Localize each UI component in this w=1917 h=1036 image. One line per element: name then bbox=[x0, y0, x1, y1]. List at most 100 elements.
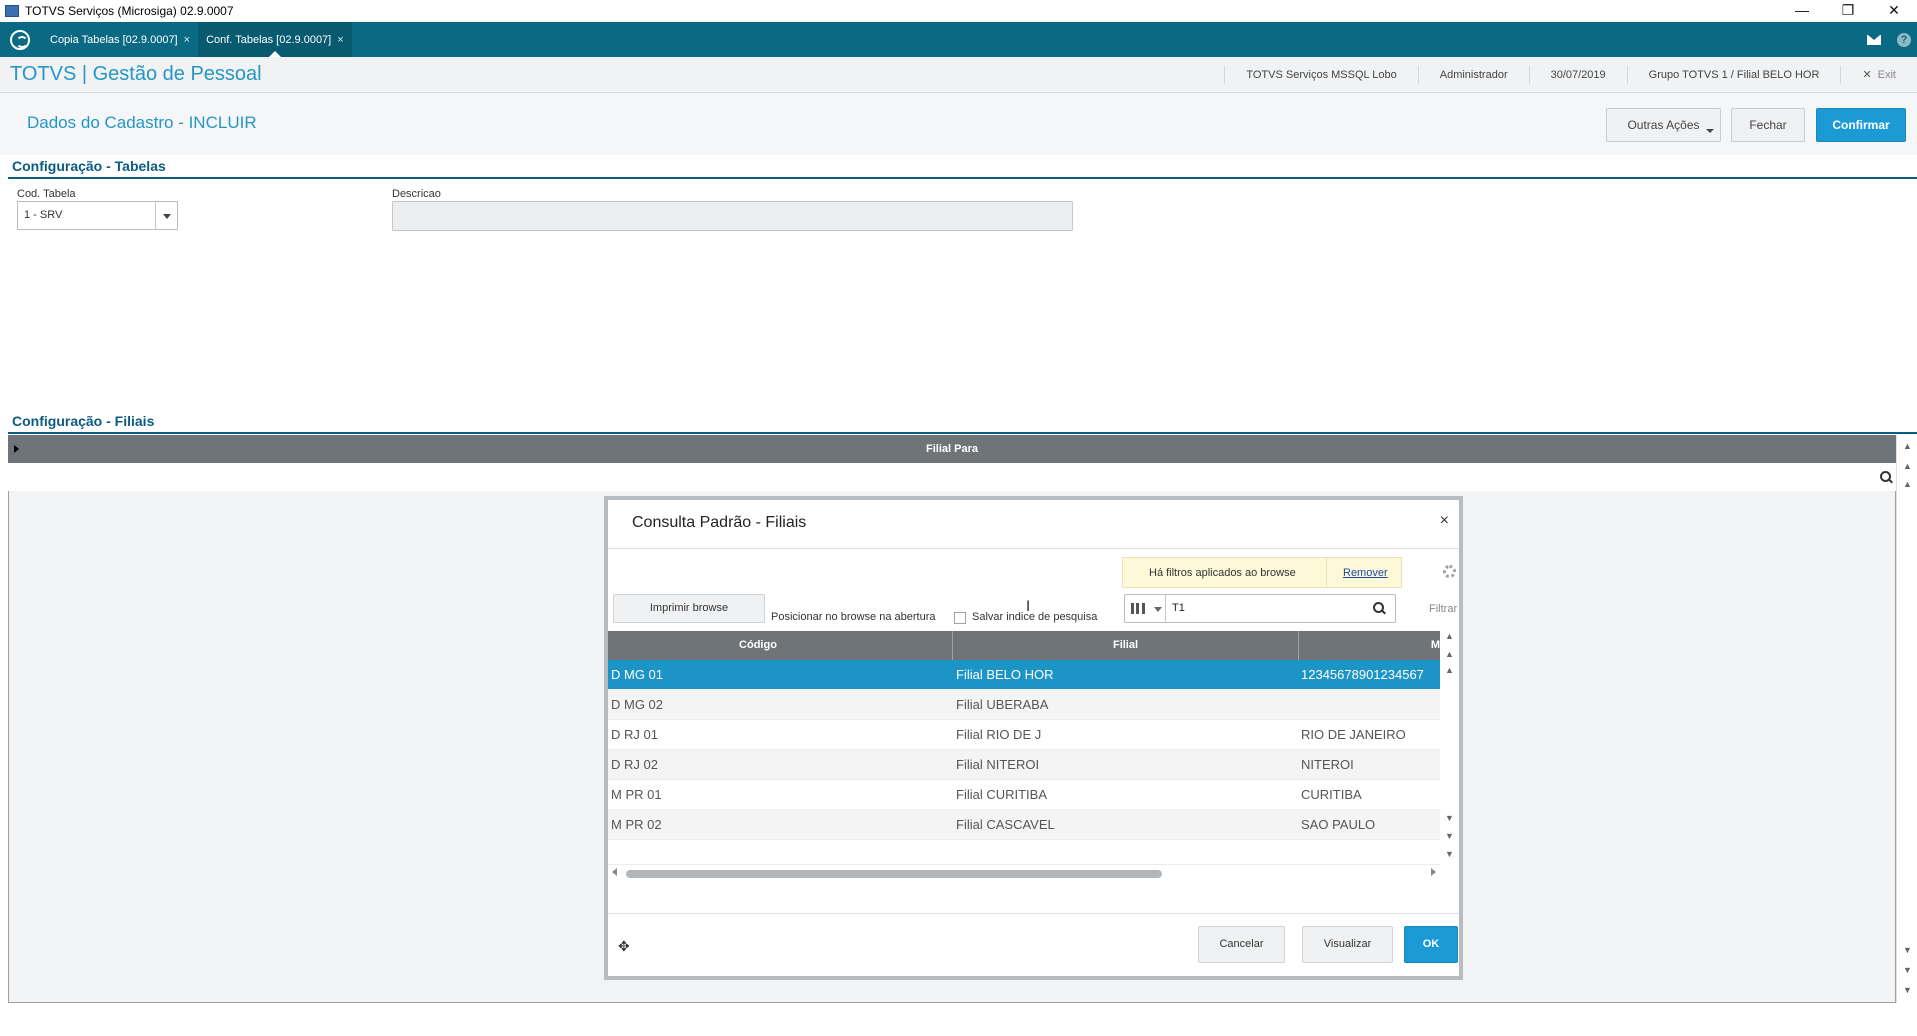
cell-codigo: D RJ 02 bbox=[611, 757, 658, 772]
cell-extra: CURITIBA bbox=[1301, 787, 1362, 802]
descricao-label: Descricao bbox=[392, 188, 441, 200]
scroll-bottom-icon[interactable]: ▼ bbox=[1897, 985, 1917, 995]
table-row[interactable]: D RJ 01 Filial RIO DE J RIO DE JANEIRO bbox=[608, 720, 1440, 750]
restore-button[interactable]: ❐ bbox=[1825, 0, 1871, 22]
table-row[interactable]: M PR 01 Filial CURITIBA CURITIBA bbox=[608, 780, 1440, 810]
column-filial[interactable]: Filial bbox=[953, 631, 1298, 660]
gear-icon[interactable] bbox=[1443, 565, 1456, 578]
chevron-down-icon[interactable] bbox=[1154, 607, 1162, 612]
close-button[interactable]: Fechar bbox=[1731, 108, 1805, 142]
filiais-grid-header: Filial Para bbox=[8, 435, 1896, 463]
cell-extra: SAO PAULO bbox=[1301, 817, 1376, 832]
cell-codigo: M PR 01 bbox=[611, 787, 662, 802]
view-button[interactable]: Visualizar bbox=[1302, 926, 1393, 963]
dialog-divider bbox=[608, 548, 1459, 549]
scroll-page-down-icon[interactable]: ▼ bbox=[1440, 831, 1459, 841]
search-icon[interactable] bbox=[1880, 471, 1893, 484]
table-vertical-scrollbar[interactable]: ▲ ▲ ▲ ▼ ▼ ▼ bbox=[1440, 631, 1459, 864]
window-titlebar: TOTVS Serviços (Microsiga) 02.9.0007 — ❐… bbox=[0, 0, 1917, 22]
cod-tabela-value: 1 - SRV bbox=[24, 209, 63, 221]
table-row[interactable]: D RJ 02 Filial NITEROI NITEROI bbox=[608, 750, 1440, 780]
ok-button[interactable]: OK bbox=[1404, 926, 1458, 963]
scroll-up-icon[interactable]: ▲ bbox=[1897, 479, 1917, 489]
cell-extra: 12345678901234567 bbox=[1301, 667, 1424, 682]
exit-label: Exit bbox=[1877, 69, 1896, 81]
filiais-grid-scrollbar[interactable]: ▲ ▲ ▲ ▼ ▼ ▼ bbox=[1896, 435, 1917, 1003]
confirm-button[interactable]: Confirmar bbox=[1816, 108, 1906, 142]
filter-label[interactable]: Filtrar bbox=[1429, 603, 1457, 615]
cell-filial: Filial BELO HOR bbox=[956, 667, 1054, 682]
cell-codigo: D RJ 01 bbox=[611, 727, 658, 742]
chevron-down-icon[interactable] bbox=[155, 202, 177, 229]
scroll-page-up-icon[interactable]: ▲ bbox=[1897, 461, 1917, 471]
search-icon[interactable] bbox=[1373, 602, 1386, 615]
search-input[interactable]: T1 bbox=[1172, 602, 1185, 614]
tab-label: Conf. Tabelas [02.9.0007] bbox=[206, 33, 332, 46]
environment-label: TOTVS Serviços MSSQL Lobo bbox=[1224, 66, 1417, 84]
cell-filial: Filial CASCAVEL bbox=[956, 817, 1055, 832]
cell-codigo: D MG 01 bbox=[611, 667, 664, 682]
tabbar-tools: ? bbox=[1867, 22, 1911, 57]
cod-tabela-select[interactable]: 1 - SRV bbox=[17, 201, 178, 230]
cell-codigo: M PR 02 bbox=[611, 817, 662, 832]
other-actions-label: Outras Ações bbox=[1627, 118, 1700, 132]
branch-label: Grupo TOTVS 1 / Filial BELO HOR bbox=[1626, 66, 1841, 84]
section-divider bbox=[8, 177, 1917, 179]
tab-conf-tabelas[interactable]: Conf. Tabelas [02.9.0007] × bbox=[198, 22, 352, 57]
descricao-field[interactable] bbox=[392, 201, 1073, 231]
minimize-button[interactable]: — bbox=[1779, 0, 1825, 22]
tab-bar: Copia Tabelas [02.9.0007] × Conf. Tabela… bbox=[0, 22, 1917, 57]
column-codigo[interactable]: Código bbox=[608, 631, 908, 660]
section-divider bbox=[8, 432, 1917, 434]
page-title: Dados do Cadastro - INCLUIR bbox=[27, 113, 257, 132]
scroll-down-icon[interactable]: ▼ bbox=[1897, 945, 1917, 955]
mail-icon[interactable] bbox=[1867, 34, 1881, 45]
scroll-top-icon[interactable]: ▲ bbox=[1440, 631, 1459, 641]
scroll-page-up-icon[interactable]: ▲ bbox=[1440, 649, 1459, 659]
dialog-title: Consulta Padrão - Filiais bbox=[632, 514, 807, 531]
close-icon[interactable]: × bbox=[1440, 512, 1449, 530]
exit-button[interactable]: ✕ Exit bbox=[1840, 66, 1917, 84]
chevron-down-icon bbox=[1706, 129, 1714, 133]
column-filial-para[interactable]: Filial Para bbox=[926, 443, 978, 455]
cancel-button[interactable]: Cancelar bbox=[1198, 926, 1285, 963]
help-icon[interactable]: ? bbox=[1897, 32, 1911, 47]
other-actions-button[interactable]: Outras Ações bbox=[1606, 108, 1721, 142]
consulta-padrao-dialog: Consulta Padrão - Filiais × Há filtros a… bbox=[604, 496, 1463, 980]
scroll-down-icon[interactable]: ▼ bbox=[1440, 813, 1459, 823]
divider bbox=[1165, 595, 1166, 622]
row-indicator-icon bbox=[14, 445, 19, 453]
scroll-right-icon[interactable] bbox=[1431, 868, 1436, 876]
table-row[interactable]: D MG 01 Filial BELO HOR 1234567890123456… bbox=[608, 660, 1440, 690]
save-index-label: Salvar indice de pesquisa bbox=[972, 611, 1098, 623]
table-horizontal-scrollbar[interactable] bbox=[608, 864, 1440, 880]
exit-icon: ✕ bbox=[1862, 69, 1872, 81]
move-icon[interactable]: ✥ bbox=[618, 938, 630, 955]
tab-close-icon[interactable]: × bbox=[184, 34, 190, 46]
scroll-left-icon[interactable] bbox=[612, 868, 617, 876]
print-browse-button[interactable]: Imprimir browse bbox=[613, 594, 765, 623]
position-on-open-label[interactable]: Posicionar no browse na abertura bbox=[771, 611, 935, 623]
filiais-grid-row[interactable] bbox=[8, 463, 1896, 491]
totvs-logo-icon[interactable] bbox=[10, 29, 30, 50]
app-icon bbox=[5, 5, 19, 17]
remove-filter-link[interactable]: Remover bbox=[1343, 567, 1388, 579]
column-m[interactable]: M bbox=[1298, 631, 1440, 660]
columns-icon[interactable] bbox=[1131, 603, 1145, 614]
save-index-checkbox[interactable] bbox=[954, 612, 966, 624]
browse-search[interactable]: T1 bbox=[1124, 594, 1396, 623]
scroll-thumb[interactable] bbox=[626, 870, 1162, 878]
scroll-up-icon[interactable]: ▲ bbox=[1440, 665, 1459, 675]
tab-close-icon[interactable]: × bbox=[337, 34, 343, 46]
scroll-top-icon[interactable]: ▲ bbox=[1897, 441, 1917, 451]
section-title-filiais: Configuração - Filiais bbox=[12, 413, 155, 429]
cell-extra: RIO DE JANEIRO bbox=[1301, 727, 1406, 742]
close-window-button[interactable]: ✕ bbox=[1871, 0, 1917, 22]
page-header: Dados do Cadastro - INCLUIR Outras Ações… bbox=[0, 93, 1917, 155]
cell-codigo: D MG 02 bbox=[611, 697, 664, 712]
table-row[interactable]: M PR 02 Filial CASCAVEL SAO PAULO bbox=[608, 810, 1440, 840]
table-row[interactable]: D MG 02 Filial UBERABA bbox=[608, 690, 1440, 720]
scroll-bottom-icon[interactable]: ▼ bbox=[1440, 849, 1459, 859]
scroll-page-down-icon[interactable]: ▼ bbox=[1897, 965, 1917, 975]
tab-copia-tabelas[interactable]: Copia Tabelas [02.9.0007] × bbox=[42, 22, 198, 57]
